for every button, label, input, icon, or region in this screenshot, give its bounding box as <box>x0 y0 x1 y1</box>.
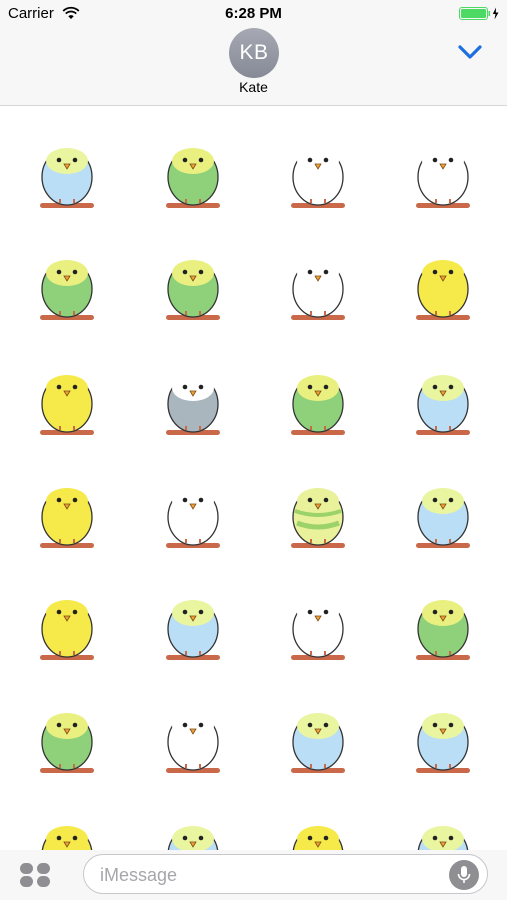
sticker-budgie-partial-1[interactable] <box>22 805 112 850</box>
sticker-budgie-blue-flying[interactable] <box>398 692 488 782</box>
battery-icon <box>459 7 499 20</box>
sticker-budgie-blue-droplet[interactable] <box>273 692 363 782</box>
sticker-budgie-yellow-diving[interactable] <box>22 467 112 557</box>
sticker-budgie-blue-question[interactable] <box>148 579 238 669</box>
message-input[interactable]: iMessage <box>83 854 488 894</box>
sticker-budgie-blue-rose[interactable] <box>398 354 488 444</box>
sticker-budgie-white-standing[interactable] <box>273 579 363 669</box>
sticker-budgie-green-leaf[interactable] <box>22 692 112 782</box>
sticker-budgie-blue-sparkle[interactable] <box>398 467 488 557</box>
sticker-budgie-green-flying[interactable] <box>148 127 238 217</box>
sticker-budgie-white-blue-standing[interactable] <box>148 467 238 557</box>
sticker-budgie-yellow-spreading-wings[interactable] <box>398 239 488 329</box>
microphone-icon <box>457 866 471 883</box>
sticker-budgie-green-pair-hopping[interactable] <box>22 239 112 329</box>
sticker-budgie-partial-2[interactable] <box>148 805 238 850</box>
sticker-budgie-pair-singing[interactable] <box>22 127 112 217</box>
sticker-budgie-white-blue-sitting[interactable] <box>273 239 363 329</box>
sticker-budgie-white-grey-tilted[interactable] <box>148 354 238 444</box>
contact-avatar[interactable]: KB <box>229 28 279 78</box>
contact-name[interactable]: Kate <box>0 79 507 95</box>
conversation-header: KB Kate <box>0 26 507 106</box>
dictation-button[interactable] <box>449 860 479 890</box>
sticker-budgie-partial-4[interactable] <box>398 805 488 850</box>
sticker-budgie-striped-round[interactable] <box>273 467 363 557</box>
sticker-budgie-green-peanut[interactable] <box>398 579 488 669</box>
status-bar: Carrier 6:28 PM <box>0 0 507 26</box>
sticker-grid <box>0 107 507 850</box>
sticker-budgie-partial-3[interactable] <box>273 805 363 850</box>
chevron-down-icon[interactable] <box>456 42 484 62</box>
sticker-budgie-green-idea[interactable] <box>273 354 363 444</box>
sticker-budgie-yellow-round[interactable] <box>22 354 112 444</box>
sticker-budgie-green-hugging-notes[interactable] <box>148 239 238 329</box>
sticker-budgie-white-fluffed[interactable] <box>148 692 238 782</box>
sticker-budgie-yellow-green-surprised[interactable] <box>22 579 112 669</box>
imessage-sticker-screen: Carrier 6:28 PM KB Kate iMessage <box>0 0 507 900</box>
sticker-budgie-peeking-door[interactable] <box>273 127 363 217</box>
message-input-bar: iMessage <box>0 850 507 900</box>
sticker-budgie-white-celebrating[interactable] <box>398 127 488 217</box>
app-drawer-icon[interactable] <box>18 861 52 889</box>
clock-time: 6:28 PM <box>225 5 282 22</box>
message-placeholder: iMessage <box>100 865 178 885</box>
